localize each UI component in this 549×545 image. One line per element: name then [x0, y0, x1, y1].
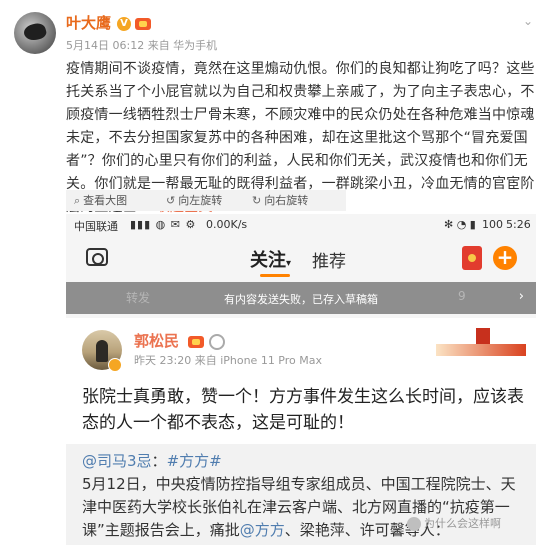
ghost-like-count: 9: [458, 289, 466, 303]
view-large-button[interactable]: ⌕ 查看大图: [74, 192, 127, 209]
vip-crown-icon: [188, 335, 205, 348]
bird-icon: [22, 21, 48, 43]
carrier: 中国联通: [74, 220, 118, 233]
watermark-text: 为什么会这样啊: [424, 517, 501, 530]
signal-icon: ▮▮▮ ◍ ✉ ⚙: [130, 218, 197, 231]
red-packet-icon[interactable]: [462, 246, 482, 270]
card-author-name[interactable]: 郭松民: [134, 330, 226, 351]
weibo-header: 关注▾ 推荐 +: [66, 236, 536, 282]
verified-icon: [108, 358, 122, 372]
rotate-right-button[interactable]: ↻ 向右旋转: [252, 192, 308, 209]
rotate-left-label[interactable]: 向左旋转: [178, 194, 222, 207]
post-menu-chevron-icon[interactable]: ⌄: [523, 14, 533, 28]
dropdown-arrow-icon[interactable]: ▾: [286, 258, 291, 269]
rotate-right-icon: ↻: [252, 194, 262, 207]
image-toolbar: ⌕ 查看大图 ↺ 向左旋转 ↻ 向右旋转: [66, 190, 346, 211]
repost-mention-link[interactable]: @方方: [240, 521, 285, 539]
battery-level: 100: [482, 218, 503, 231]
chevron-right-icon[interactable]: ›: [519, 289, 524, 304]
vip-crown-icon: [135, 17, 152, 30]
camera-icon[interactable]: [86, 248, 108, 266]
add-button[interactable]: +: [493, 246, 517, 270]
status-bar: 中国联通 ▮▮▮ ◍ ✉ ⚙ 0.00K/s ✻ ◔ ▮ 100 5:26: [66, 214, 536, 236]
net-speed: 0.00K/s: [206, 218, 248, 231]
toast-banner[interactable]: 转发 有内容发送失败，已存入草稿箱 9 ›: [66, 282, 536, 314]
clock: 5:26: [506, 218, 531, 231]
author-avatar[interactable]: [14, 12, 56, 54]
rotate-right-label[interactable]: 向右旋转: [264, 194, 308, 207]
watermark-logo-icon: [407, 517, 421, 531]
view-large-label[interactable]: 查看大图: [83, 194, 127, 207]
rotate-left-button[interactable]: ↺ 向左旋转: [166, 192, 222, 209]
battery-icon: ✻ ◔ ▮: [444, 218, 476, 231]
author-name-text[interactable]: 叶大鹰: [66, 14, 111, 32]
tab-follow[interactable]: 关注▾: [250, 246, 291, 272]
card-meta: 昨天 23:20 来自 iPhone 11 Pro Max: [134, 354, 322, 367]
repost-user-link[interactable]: @司马3忌: [82, 452, 152, 470]
rotate-left-icon: ↺: [166, 194, 176, 207]
embedded-screenshot[interactable]: 中国联通 ▮▮▮ ◍ ✉ ⚙ 0.00K/s ✻ ◔ ▮ 100 5:26 关注…: [66, 214, 536, 545]
watermark: 为什么会这样啊: [407, 515, 501, 531]
post-meta: 5月14日 06:12 来自 华为手机: [66, 39, 218, 52]
medal-icon: [209, 333, 226, 350]
feed-card[interactable]: 郭松民 昨天 23:20 来自 iPhone 11 Pro Max 张院士真勇敢…: [66, 318, 536, 545]
author-name[interactable]: 叶大鹰 V: [66, 12, 152, 33]
tab-recommend[interactable]: 推荐: [312, 247, 346, 272]
repost-topic-link[interactable]: #方方#: [167, 452, 222, 470]
great-wall-decoration: [436, 326, 526, 356]
card-text: 张院士真勇敢，赞一个！方方事件发生这么长时间，应该表态的人一个都不表态，这是可耻…: [82, 387, 524, 433]
active-tab-indicator: [260, 274, 290, 277]
tab-follow-label[interactable]: 关注: [250, 250, 286, 271]
card-author-name-text[interactable]: 郭松民: [134, 332, 179, 350]
magnify-icon: ⌕: [74, 194, 81, 207]
verified-icon: V: [117, 16, 132, 31]
